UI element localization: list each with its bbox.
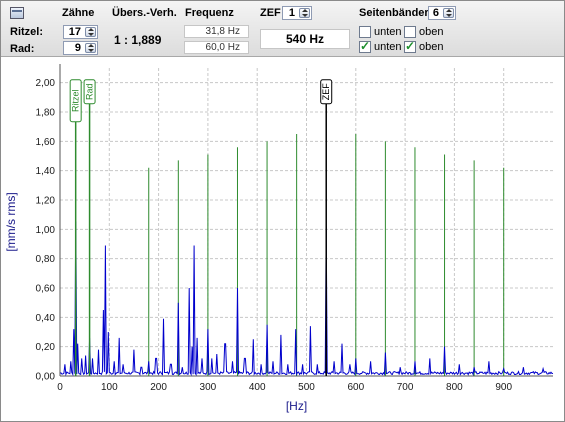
zef-stepper[interactable]: 1 <box>282 6 312 20</box>
gearbox-analysis-window: Zähne Übers.-Verh. Frequenz ZEF 1 Seiten… <box>0 0 565 422</box>
spin-arrows-icon[interactable] <box>443 8 454 18</box>
y-tick-label: 0,80 <box>36 254 56 265</box>
zef-label: ZEF <box>260 7 281 19</box>
sideband-lower-label-2: unten <box>374 41 402 53</box>
gear-frequency-field: 60,0 Hz <box>184 41 249 54</box>
marker-label: Rad <box>85 83 95 100</box>
ratio-column-header: Übers.-Verh. <box>112 7 177 19</box>
y-tick-label: 0,40 <box>36 313 56 324</box>
gear-teeth-value: 9 <box>74 42 81 54</box>
y-tick-label: 2,00 <box>36 78 56 89</box>
spin-arrows-icon[interactable] <box>299 8 310 18</box>
sideband-upper-label-2: oben <box>419 41 444 53</box>
sidebands-stepper[interactable]: 6 <box>428 6 456 20</box>
zef-stepper-value: 1 <box>288 7 295 19</box>
spin-arrows-icon[interactable] <box>85 43 96 53</box>
pinion-label: Ritzel: <box>10 26 43 38</box>
x-tick-label: 0 <box>57 382 63 393</box>
x-tick-label: 400 <box>249 382 266 393</box>
sideband-lower-checkbox-1[interactable] <box>359 26 371 38</box>
x-tick-label: 100 <box>101 382 118 393</box>
frequency-column-header: Frequenz <box>185 7 234 19</box>
pinion-teeth-value: 17 <box>68 26 81 38</box>
sideband-upper-label-1: oben <box>419 26 444 38</box>
x-tick-label: 500 <box>298 382 315 393</box>
collapse-panel-button[interactable] <box>10 7 24 19</box>
y-axis-label: [mm/s rms] <box>4 192 18 251</box>
y-tick-label: 1,60 <box>36 137 56 148</box>
pinion-teeth-stepper[interactable]: 17 <box>63 25 98 39</box>
teeth-column-header: Zähne <box>62 7 95 19</box>
marker-label: ZEF <box>321 83 331 101</box>
zef-frequency-display: 540 Hz <box>260 29 350 49</box>
spectrum-chart-svg: 0,00 0,20 0,40 0,60 0,80 1,00 1,20 1,40 1,60 1,80… <box>4 64 554 413</box>
x-tick-label: 800 <box>446 382 463 393</box>
marker-label: Ritzel <box>71 89 81 112</box>
sideband-upper-checkbox-1[interactable] <box>404 26 416 38</box>
gear-ratio-value: 1 : 1,889 <box>114 33 162 47</box>
y-tick-label: 1,20 <box>36 196 56 207</box>
gear-label: Rad: <box>10 43 35 55</box>
sideband-lower-checkbox-2[interactable] <box>359 39 371 53</box>
pinion-frequency-value: 31,8 Hz <box>205 26 240 37</box>
pinion-frequency-field: 31,8 Hz <box>184 25 249 38</box>
spin-arrows-icon[interactable] <box>85 27 96 37</box>
gear-frequency-value: 60,0 Hz <box>205 42 240 53</box>
y-tick-label: 0,60 <box>36 284 56 295</box>
x-tick-label: 200 <box>150 382 167 393</box>
y-tick-label: 1,40 <box>36 166 56 177</box>
x-tick-label: 300 <box>200 382 217 393</box>
y-tick-label: 0,00 <box>36 372 56 383</box>
sidebands-stepper-value: 6 <box>432 7 439 19</box>
sideband-upper-checkbox-2[interactable] <box>404 39 416 53</box>
x-axis-label: [Hz] <box>286 399 307 413</box>
x-tick-label: 700 <box>397 382 414 393</box>
spectrum-chart[interactable]: 0,00 0,20 0,40 0,60 0,80 1,00 1,20 1,40 1,60 1,80… <box>1 58 564 421</box>
y-tick-label: 1,80 <box>36 108 56 119</box>
y-tick-label: 1,00 <box>36 225 56 236</box>
y-tick-label: 0,20 <box>36 342 56 353</box>
x-tick-label: 600 <box>347 382 364 393</box>
sideband-lower-label-1: unten <box>374 26 402 38</box>
x-tick-label: 900 <box>495 382 512 393</box>
sidebands-label: Seitenbänder <box>359 7 429 19</box>
gear-parameter-panel: Zähne Übers.-Verh. Frequenz ZEF 1 Seiten… <box>1 1 564 57</box>
gear-teeth-stepper[interactable]: 9 <box>63 41 98 55</box>
